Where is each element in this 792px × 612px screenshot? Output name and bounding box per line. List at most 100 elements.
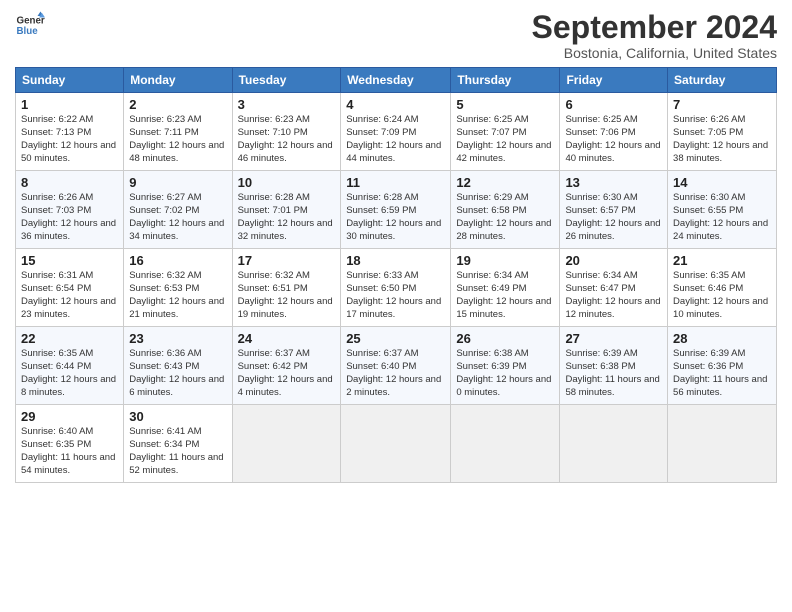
day-info: Sunrise: 6:32 AM Sunset: 6:51 PM Dayligh… — [238, 270, 336, 321]
day-info: Sunrise: 6:25 AM Sunset: 7:07 PM Dayligh… — [456, 114, 554, 165]
day-info: Sunrise: 6:36 AM Sunset: 6:43 PM Dayligh… — [129, 348, 226, 399]
day-number: 16 — [129, 253, 226, 268]
calendar-cell: 28 Sunrise: 6:39 AM Sunset: 6:36 PM Dayl… — [668, 327, 777, 405]
calendar-cell: 5 Sunrise: 6:25 AM Sunset: 7:07 PM Dayli… — [451, 93, 560, 171]
col-tuesday: Tuesday — [232, 68, 341, 93]
calendar-cell: 26 Sunrise: 6:38 AM Sunset: 6:39 PM Dayl… — [451, 327, 560, 405]
day-info: Sunrise: 6:24 AM Sunset: 7:09 PM Dayligh… — [346, 114, 445, 165]
day-number: 7 — [673, 97, 771, 112]
header-row: General Blue September 2024 Bostonia, Ca… — [15, 10, 777, 61]
day-number: 23 — [129, 331, 226, 346]
calendar-cell: 17 Sunrise: 6:32 AM Sunset: 6:51 PM Dayl… — [232, 249, 341, 327]
day-number: 29 — [21, 409, 118, 424]
calendar-cell: 24 Sunrise: 6:37 AM Sunset: 6:42 PM Dayl… — [232, 327, 341, 405]
calendar-cell — [668, 405, 777, 483]
calendar-cell: 21 Sunrise: 6:35 AM Sunset: 6:46 PM Dayl… — [668, 249, 777, 327]
col-thursday: Thursday — [451, 68, 560, 93]
calendar-cell: 14 Sunrise: 6:30 AM Sunset: 6:55 PM Dayl… — [668, 171, 777, 249]
day-info: Sunrise: 6:39 AM Sunset: 6:36 PM Dayligh… — [673, 348, 771, 399]
day-number: 11 — [346, 175, 445, 190]
day-info: Sunrise: 6:22 AM Sunset: 7:13 PM Dayligh… — [21, 114, 118, 165]
calendar-cell — [232, 405, 341, 483]
calendar-cell — [451, 405, 560, 483]
day-info: Sunrise: 6:26 AM Sunset: 7:05 PM Dayligh… — [673, 114, 771, 165]
day-info: Sunrise: 6:34 AM Sunset: 6:49 PM Dayligh… — [456, 270, 554, 321]
day-number: 10 — [238, 175, 336, 190]
calendar-cell — [341, 405, 451, 483]
month-title: September 2024 — [532, 10, 777, 45]
day-info: Sunrise: 6:30 AM Sunset: 6:55 PM Dayligh… — [673, 192, 771, 243]
calendar-cell: 7 Sunrise: 6:26 AM Sunset: 7:05 PM Dayli… — [668, 93, 777, 171]
calendar-cell: 11 Sunrise: 6:28 AM Sunset: 6:59 PM Dayl… — [341, 171, 451, 249]
day-info: Sunrise: 6:31 AM Sunset: 6:54 PM Dayligh… — [21, 270, 118, 321]
day-info: Sunrise: 6:33 AM Sunset: 6:50 PM Dayligh… — [346, 270, 445, 321]
day-info: Sunrise: 6:25 AM Sunset: 7:06 PM Dayligh… — [565, 114, 662, 165]
day-number: 15 — [21, 253, 118, 268]
day-info: Sunrise: 6:30 AM Sunset: 6:57 PM Dayligh… — [565, 192, 662, 243]
day-number: 24 — [238, 331, 336, 346]
day-info: Sunrise: 6:37 AM Sunset: 6:42 PM Dayligh… — [238, 348, 336, 399]
day-number: 12 — [456, 175, 554, 190]
col-friday: Friday — [560, 68, 668, 93]
calendar-cell: 25 Sunrise: 6:37 AM Sunset: 6:40 PM Dayl… — [341, 327, 451, 405]
calendar-week-3: 15 Sunrise: 6:31 AM Sunset: 6:54 PM Dayl… — [16, 249, 777, 327]
day-number: 1 — [21, 97, 118, 112]
day-number: 30 — [129, 409, 226, 424]
day-number: 13 — [565, 175, 662, 190]
day-number: 20 — [565, 253, 662, 268]
day-number: 2 — [129, 97, 226, 112]
day-info: Sunrise: 6:23 AM Sunset: 7:11 PM Dayligh… — [129, 114, 226, 165]
day-number: 6 — [565, 97, 662, 112]
day-number: 9 — [129, 175, 226, 190]
logo-icon: General Blue — [15, 10, 45, 40]
day-info: Sunrise: 6:38 AM Sunset: 6:39 PM Dayligh… — [456, 348, 554, 399]
day-number: 8 — [21, 175, 118, 190]
day-info: Sunrise: 6:39 AM Sunset: 6:38 PM Dayligh… — [565, 348, 662, 399]
day-info: Sunrise: 6:40 AM Sunset: 6:35 PM Dayligh… — [21, 426, 118, 477]
col-sunday: Sunday — [16, 68, 124, 93]
calendar-cell: 19 Sunrise: 6:34 AM Sunset: 6:49 PM Dayl… — [451, 249, 560, 327]
day-info: Sunrise: 6:27 AM Sunset: 7:02 PM Dayligh… — [129, 192, 226, 243]
day-number: 28 — [673, 331, 771, 346]
calendar-week-4: 22 Sunrise: 6:35 AM Sunset: 6:44 PM Dayl… — [16, 327, 777, 405]
calendar-cell: 12 Sunrise: 6:29 AM Sunset: 6:58 PM Dayl… — [451, 171, 560, 249]
location: Bostonia, California, United States — [532, 45, 777, 61]
day-info: Sunrise: 6:37 AM Sunset: 6:40 PM Dayligh… — [346, 348, 445, 399]
calendar-cell: 10 Sunrise: 6:28 AM Sunset: 7:01 PM Dayl… — [232, 171, 341, 249]
calendar-cell: 2 Sunrise: 6:23 AM Sunset: 7:11 PM Dayli… — [124, 93, 232, 171]
calendar-cell: 27 Sunrise: 6:39 AM Sunset: 6:38 PM Dayl… — [560, 327, 668, 405]
calendar-week-2: 8 Sunrise: 6:26 AM Sunset: 7:03 PM Dayli… — [16, 171, 777, 249]
calendar-cell: 16 Sunrise: 6:32 AM Sunset: 6:53 PM Dayl… — [124, 249, 232, 327]
col-monday: Monday — [124, 68, 232, 93]
calendar-cell: 15 Sunrise: 6:31 AM Sunset: 6:54 PM Dayl… — [16, 249, 124, 327]
day-number: 27 — [565, 331, 662, 346]
header-row: Sunday Monday Tuesday Wednesday Thursday… — [16, 68, 777, 93]
calendar-cell: 20 Sunrise: 6:34 AM Sunset: 6:47 PM Dayl… — [560, 249, 668, 327]
day-number: 25 — [346, 331, 445, 346]
day-info: Sunrise: 6:28 AM Sunset: 7:01 PM Dayligh… — [238, 192, 336, 243]
day-info: Sunrise: 6:32 AM Sunset: 6:53 PM Dayligh… — [129, 270, 226, 321]
calendar-cell: 22 Sunrise: 6:35 AM Sunset: 6:44 PM Dayl… — [16, 327, 124, 405]
calendar-week-1: 1 Sunrise: 6:22 AM Sunset: 7:13 PM Dayli… — [16, 93, 777, 171]
day-info: Sunrise: 6:23 AM Sunset: 7:10 PM Dayligh… — [238, 114, 336, 165]
calendar-cell: 18 Sunrise: 6:33 AM Sunset: 6:50 PM Dayl… — [341, 249, 451, 327]
calendar-cell: 30 Sunrise: 6:41 AM Sunset: 6:34 PM Dayl… — [124, 405, 232, 483]
day-number: 21 — [673, 253, 771, 268]
svg-text:Blue: Blue — [17, 26, 39, 37]
calendar-cell: 23 Sunrise: 6:36 AM Sunset: 6:43 PM Dayl… — [124, 327, 232, 405]
day-number: 18 — [346, 253, 445, 268]
calendar-cell: 8 Sunrise: 6:26 AM Sunset: 7:03 PM Dayli… — [16, 171, 124, 249]
col-wednesday: Wednesday — [341, 68, 451, 93]
day-number: 3 — [238, 97, 336, 112]
day-number: 17 — [238, 253, 336, 268]
day-number: 22 — [21, 331, 118, 346]
calendar-cell — [560, 405, 668, 483]
day-info: Sunrise: 6:26 AM Sunset: 7:03 PM Dayligh… — [21, 192, 118, 243]
day-number: 26 — [456, 331, 554, 346]
day-info: Sunrise: 6:28 AM Sunset: 6:59 PM Dayligh… — [346, 192, 445, 243]
day-number: 4 — [346, 97, 445, 112]
day-number: 5 — [456, 97, 554, 112]
calendar-cell: 1 Sunrise: 6:22 AM Sunset: 7:13 PM Dayli… — [16, 93, 124, 171]
calendar-cell: 13 Sunrise: 6:30 AM Sunset: 6:57 PM Dayl… — [560, 171, 668, 249]
day-number: 14 — [673, 175, 771, 190]
